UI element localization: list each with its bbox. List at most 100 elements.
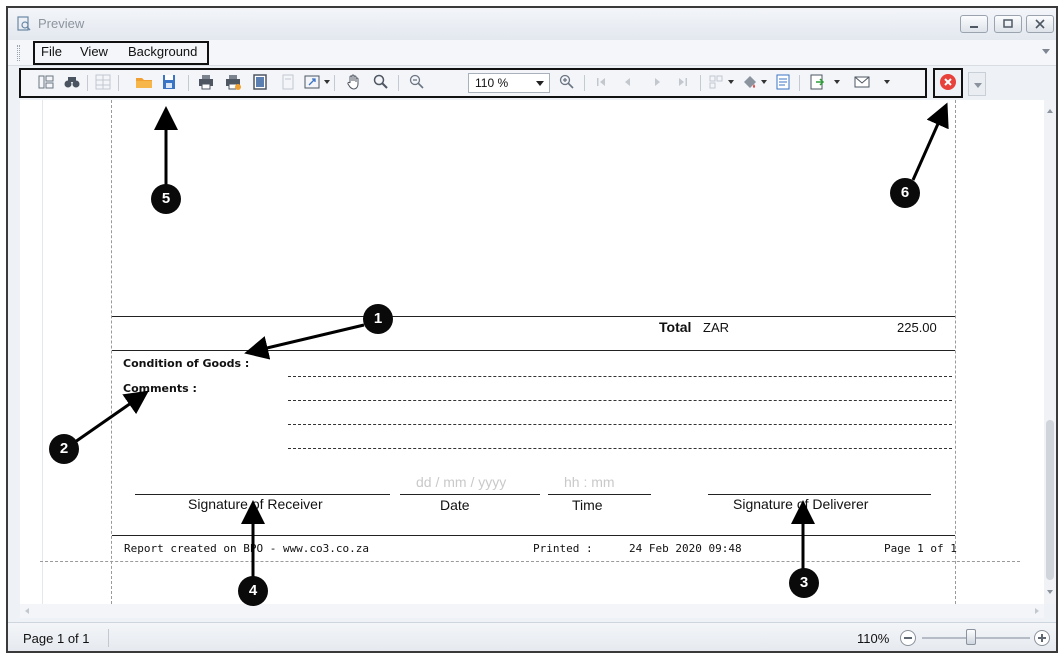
- footer-rule: [112, 535, 955, 536]
- date-line: [400, 494, 540, 495]
- title-bar: Preview: [8, 8, 1056, 40]
- zoom-combobox[interactable]: 110 %: [468, 73, 550, 93]
- menu-background[interactable]: Background: [128, 44, 197, 59]
- thumbnails-icon[interactable]: [94, 73, 112, 91]
- zoom-out-icon[interactable]: [408, 73, 426, 91]
- screenshot-frame: Preview File View Background 110 % Total…: [0, 0, 1064, 659]
- export-dropdown-arrow[interactable]: [834, 80, 840, 84]
- save-icon[interactable]: [160, 73, 178, 91]
- first-page-icon[interactable]: [592, 73, 610, 91]
- header-footer-icon[interactable]: [279, 73, 297, 91]
- horizontal-scrollbar[interactable]: [20, 604, 1044, 618]
- total-bottom-rule: [112, 350, 955, 351]
- export-icon[interactable]: [808, 73, 826, 91]
- annotation-callout-6: 6: [890, 178, 920, 208]
- magnifier-icon[interactable]: [372, 73, 390, 91]
- signature-deliverer-label: Signature of Deliverer: [733, 496, 869, 512]
- next-page-icon[interactable]: [648, 73, 666, 91]
- zoom-out-button[interactable]: [900, 630, 916, 646]
- footer-page-number: Page 1 of 1: [884, 542, 957, 555]
- last-page-icon[interactable]: [674, 73, 692, 91]
- open-icon[interactable]: [135, 73, 153, 91]
- preview-app-icon: [16, 16, 32, 32]
- document-map-icon[interactable]: [37, 73, 55, 91]
- comments-line: [288, 376, 952, 377]
- total-amount: 225.00: [897, 320, 937, 335]
- time-placeholder: hh : mm: [564, 474, 615, 490]
- status-bar: Page 1 of 1 110%: [8, 622, 1056, 651]
- fill-background-dropdown-arrow[interactable]: [761, 80, 767, 84]
- page-setup-icon[interactable]: [251, 73, 269, 91]
- send-email-icon[interactable]: [853, 73, 871, 91]
- footer-printed-value: 24 Feb 2020 09:48: [629, 542, 742, 555]
- page-margin-bottom: [40, 561, 1020, 562]
- report-preview-area[interactable]: Total ZAR 225.00 Condition of Goods : Co…: [20, 100, 1044, 604]
- scroll-up-arrow-icon[interactable]: [1047, 109, 1053, 113]
- toolbar-separator: [398, 75, 399, 91]
- scale-dropdown-arrow[interactable]: [324, 80, 330, 84]
- status-page-indicator: Page 1 of 1: [23, 631, 90, 646]
- print-icon[interactable]: [197, 73, 215, 91]
- maximize-button[interactable]: [994, 15, 1022, 33]
- comments-line: [288, 448, 952, 449]
- previous-page-icon[interactable]: [619, 73, 637, 91]
- annotation-callout-2: 2: [49, 434, 79, 464]
- vertical-scrollbar[interactable]: [1044, 100, 1056, 604]
- zoom-in-button[interactable]: [1034, 630, 1050, 646]
- toolbar-separator: [700, 75, 701, 91]
- scroll-down-arrow-icon[interactable]: [1047, 590, 1053, 594]
- time-label: Time: [572, 497, 603, 513]
- zoom-slider-track[interactable]: [922, 637, 1030, 639]
- page-margin-left: [111, 100, 112, 604]
- scroll-left-arrow-icon[interactable]: [25, 608, 29, 614]
- time-line: [548, 494, 651, 495]
- send-email-dropdown-arrow[interactable]: [884, 80, 890, 84]
- total-label: Total: [659, 319, 692, 335]
- toolbar-separator: [334, 75, 335, 91]
- menu-file[interactable]: File: [41, 44, 62, 59]
- close-window-button[interactable]: [1026, 15, 1054, 33]
- toolbar-separator: [584, 75, 585, 91]
- zoom-slider-thumb[interactable]: [965, 629, 976, 645]
- scroll-right-arrow-icon[interactable]: [1035, 608, 1039, 614]
- toolbar: 110 %: [8, 66, 1056, 98]
- receiver-signature-line: [135, 494, 390, 495]
- total-currency: ZAR: [703, 320, 729, 335]
- footer-printed-label: Printed :: [533, 542, 593, 555]
- menu-bar: File View Background: [8, 40, 1056, 66]
- minimize-button[interactable]: [960, 15, 988, 33]
- fill-background-icon[interactable]: [741, 73, 759, 91]
- page-edge: [42, 100, 43, 604]
- comments-label: Comments :: [123, 382, 197, 395]
- toolbar-separator: [87, 75, 88, 91]
- menu-grip[interactable]: [17, 45, 20, 61]
- multiple-pages-dropdown-arrow[interactable]: [728, 80, 734, 84]
- vertical-scroll-thumb[interactable]: [1046, 420, 1054, 580]
- window-title: Preview: [38, 16, 85, 31]
- menu-overflow-arrow[interactable]: [1042, 49, 1050, 54]
- multiple-pages-icon[interactable]: [708, 73, 726, 91]
- annotation-callout-5: 5: [151, 184, 181, 214]
- footer-created: Report created on BPO - www.co3.co.za: [124, 542, 370, 555]
- watermark-icon[interactable]: [774, 73, 792, 91]
- chevron-down-icon[interactable]: [536, 81, 544, 86]
- toolbar-overflow-button[interactable]: [968, 72, 986, 96]
- toolbar-separator: [188, 75, 189, 91]
- deliverer-signature-line: [708, 494, 931, 495]
- zoom-combobox-value: 110 %: [475, 76, 509, 90]
- menu-view[interactable]: View: [80, 44, 108, 59]
- zoom-in-icon[interactable]: [558, 73, 576, 91]
- close-preview-icon[interactable]: [939, 73, 957, 91]
- toolbar-separator: [118, 75, 119, 91]
- hand-tool-icon[interactable]: [345, 73, 363, 91]
- date-label: Date: [440, 497, 470, 513]
- date-placeholder: dd / mm / yyyy: [416, 474, 507, 490]
- quick-print-icon[interactable]: [224, 73, 242, 91]
- toolbar-separator: [799, 75, 800, 91]
- annotation-callout-4: 4: [238, 576, 268, 606]
- page-margin-right: [955, 100, 956, 604]
- comments-line: [288, 400, 952, 401]
- annotation-callout-1: 1: [363, 304, 393, 334]
- search-icon[interactable]: [63, 73, 81, 91]
- scale-icon[interactable]: [303, 73, 321, 91]
